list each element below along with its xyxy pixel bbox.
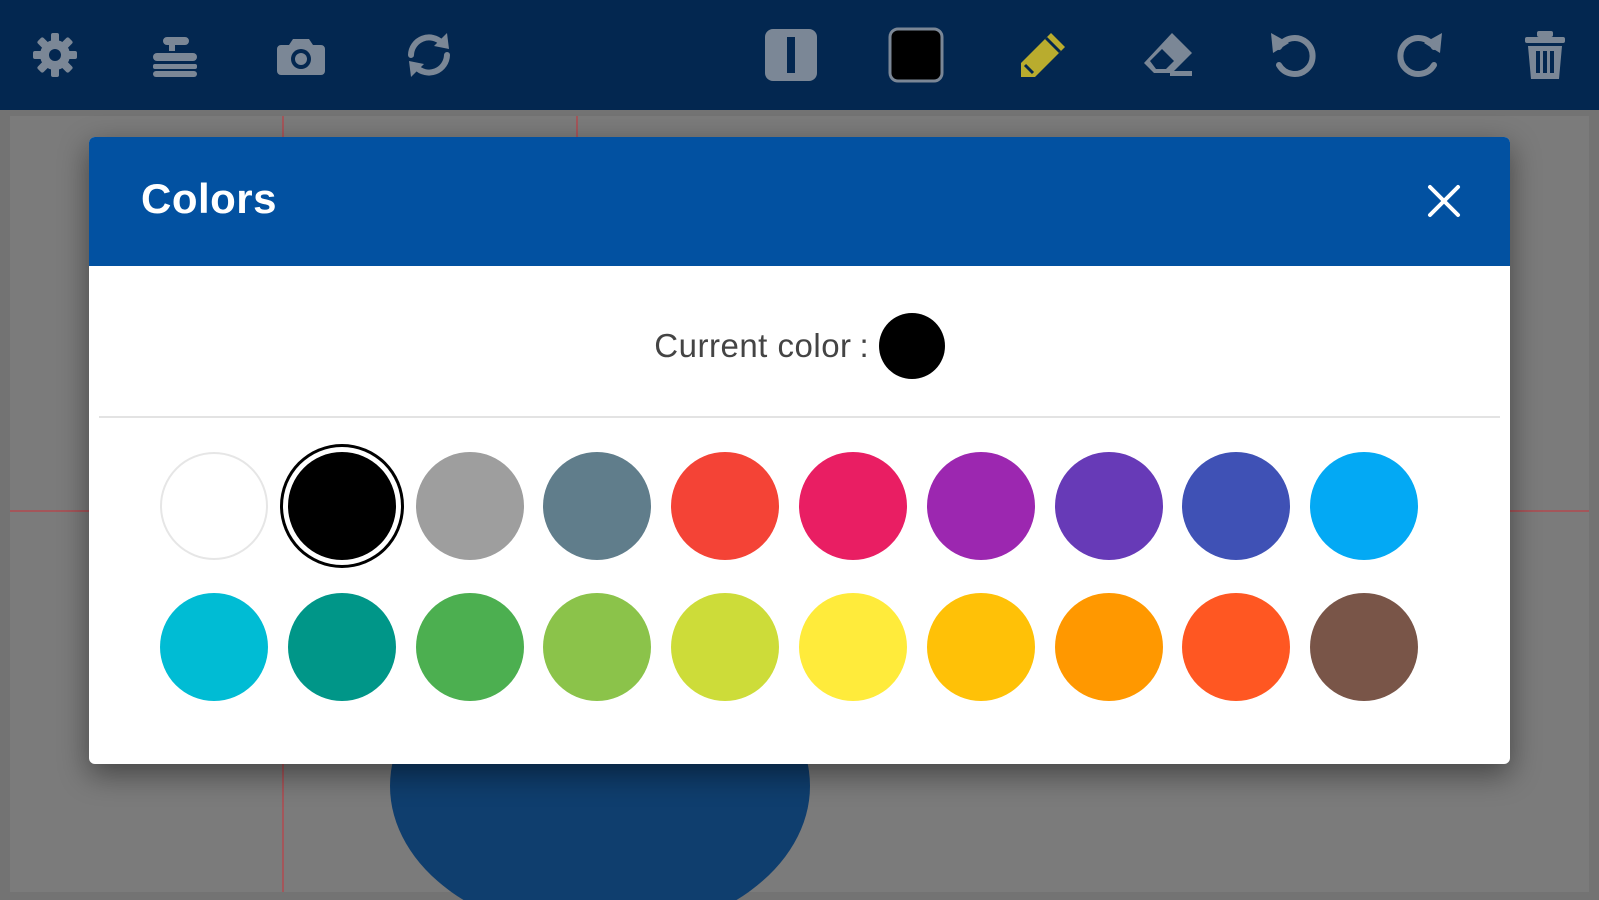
color-swatch[interactable] — [160, 452, 268, 560]
sync-button[interactable] — [396, 22, 462, 88]
stones-button[interactable] — [142, 22, 208, 88]
curling-stone-icon — [153, 37, 197, 77]
redo-button[interactable] — [1387, 22, 1453, 88]
color-swatch[interactable] — [671, 452, 780, 560]
color-swatch[interactable] — [1310, 452, 1419, 560]
delete-button[interactable] — [1512, 22, 1578, 88]
color-swatch[interactable] — [1182, 593, 1291, 701]
color-swatch[interactable] — [287, 452, 396, 560]
line-width-icon — [765, 29, 817, 81]
color-swatch[interactable] — [415, 593, 524, 701]
current-color-label: Current color — [654, 327, 852, 364]
pencil-button[interactable] — [1010, 22, 1076, 88]
dialog-header: Colors — [89, 137, 1510, 266]
eraser-icon — [1144, 33, 1192, 76]
screenshot-button[interactable] — [268, 22, 334, 88]
color-swatch[interactable] — [415, 452, 524, 560]
sync-icon — [408, 33, 450, 77]
color-swatch-icon — [888, 27, 944, 83]
pencil-icon — [1021, 33, 1065, 77]
color-swatch[interactable] — [799, 593, 907, 701]
color-swatch[interactable] — [543, 593, 652, 701]
color-swatch[interactable] — [1054, 593, 1163, 701]
current-color-swatch — [878, 313, 945, 379]
settings-button[interactable] — [22, 22, 88, 88]
divider — [99, 416, 1500, 418]
dialog-title: Colors — [141, 175, 278, 222]
color-swatch[interactable] — [1182, 452, 1291, 560]
colors-dialog: Colors Current color : — [89, 137, 1510, 764]
eraser-button[interactable] — [1135, 22, 1201, 88]
line-width-button[interactable] — [758, 22, 824, 88]
close-button[interactable] — [1416, 173, 1472, 229]
color-swatch[interactable] — [671, 593, 780, 701]
color-button[interactable] — [883, 22, 949, 88]
color-swatch[interactable] — [926, 593, 1035, 701]
color-palette — [160, 452, 1440, 702]
close-icon — [1428, 185, 1460, 217]
current-color-separator: : — [859, 327, 869, 364]
undo-icon — [1271, 33, 1316, 77]
color-swatch[interactable] — [160, 593, 268, 701]
gear-icon — [33, 33, 77, 77]
trash-icon — [1525, 31, 1565, 79]
camera-icon — [277, 39, 325, 75]
top-toolbar — [0, 0, 1599, 110]
redo-icon — [1397, 33, 1442, 77]
current-color-row: Current color : — [89, 312, 1510, 380]
color-swatch[interactable] — [1310, 593, 1419, 701]
color-swatch[interactable] — [543, 452, 652, 560]
color-swatch[interactable] — [926, 452, 1035, 560]
undo-button[interactable] — [1260, 22, 1326, 88]
color-swatch[interactable] — [287, 593, 396, 701]
color-swatch[interactable] — [1054, 452, 1163, 560]
color-swatch[interactable] — [799, 452, 907, 560]
